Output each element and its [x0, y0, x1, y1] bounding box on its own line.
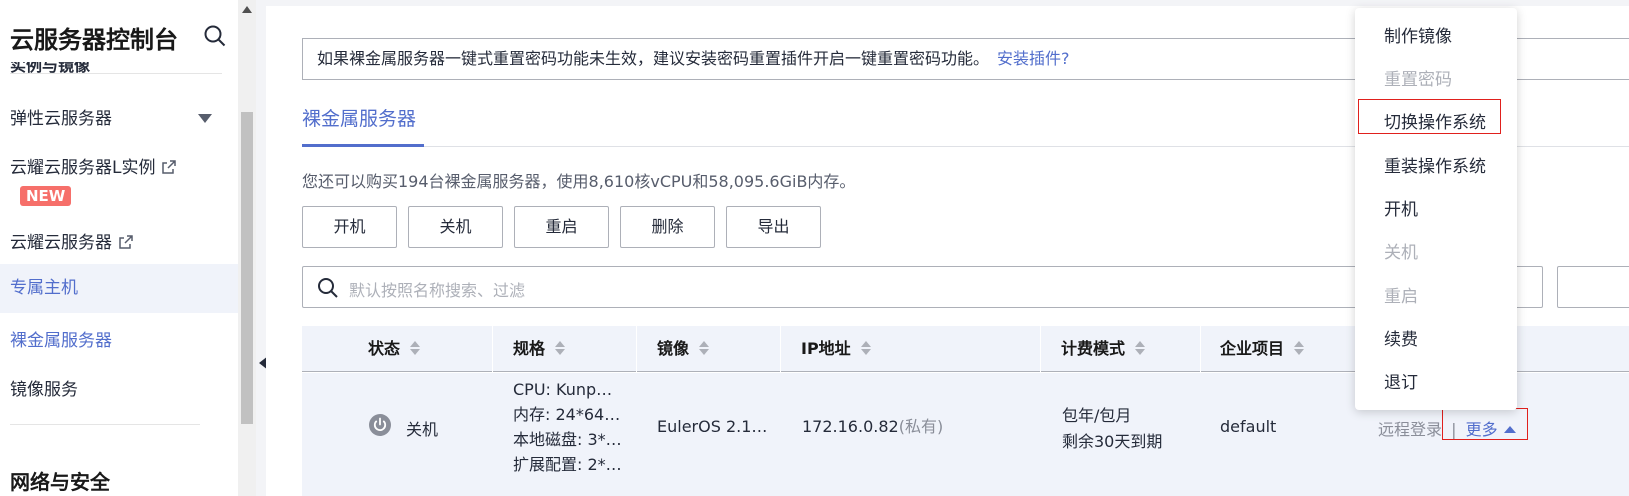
- export-button[interactable]: 导出: [726, 206, 821, 248]
- header-separator: [636, 326, 637, 372]
- billing-mode: 包年/包月: [1062, 406, 1132, 425]
- search-icon[interactable]: [203, 24, 227, 48]
- sidebar-item-flexus-l[interactable]: 云耀云服务器L实例: [0, 153, 238, 178]
- restart-button[interactable]: 重启: [514, 206, 609, 248]
- external-link-icon: [162, 160, 177, 174]
- remote-login-link[interactable]: 远程登录: [1378, 420, 1442, 439]
- stop-button[interactable]: 关机: [408, 206, 503, 248]
- new-badge: NEW: [20, 186, 72, 206]
- header-status[interactable]: 状态: [368, 326, 421, 372]
- header-separator: [780, 326, 781, 372]
- search-icon: [318, 278, 338, 298]
- billing-cell: 包年/包月 剩余30天到期: [1062, 403, 1162, 455]
- sort-icon[interactable]: [699, 340, 710, 355]
- header-separator: [492, 326, 493, 372]
- menu-item-restart: 重启: [1384, 287, 1418, 307]
- spec-memory: 内存: 24*64…: [513, 405, 621, 424]
- sidebar-item-label: 云耀云服务器L实例: [10, 158, 156, 178]
- spec-cell: CPU: Kunp… 内存: 24*64… 本地磁盘: 3*… 扩展配置: 2*…: [513, 377, 622, 477]
- sidebar-item-label: 镜像服务: [10, 380, 78, 400]
- power-off-icon: [369, 414, 391, 436]
- sort-icon[interactable]: [1294, 340, 1305, 355]
- sidebar-section-cut: 实例与镜像: [10, 62, 91, 75]
- spec-extension: 扩展配置: 2*…: [513, 455, 622, 474]
- header-ip[interactable]: IP地址: [801, 326, 871, 372]
- header-image[interactable]: 镜像: [657, 326, 710, 372]
- sidebar-item-ims[interactable]: 镜像服务: [0, 375, 238, 400]
- sidebar-title: 云服务器控制台: [10, 26, 178, 54]
- more-dropdown-menu: 制作镜像 重置密码 切换操作系统 重装操作系统 开机 关机 重启 续费 退订: [1355, 8, 1517, 410]
- menu-item-unsubscribe[interactable]: 退订: [1384, 368, 1418, 393]
- chevron-down-icon[interactable]: [198, 114, 212, 123]
- scrollbar-thumb[interactable]: [241, 112, 253, 424]
- header-billing[interactable]: 计费模式: [1061, 326, 1146, 372]
- image-cell: EulerOS 2.1…: [657, 417, 768, 436]
- spec-cpu: CPU: Kunp…: [513, 380, 613, 399]
- menu-item-reinstall-os[interactable]: 重装操作系统: [1384, 152, 1486, 177]
- spec-local-disk: 本地磁盘: 3*…: [513, 430, 622, 449]
- sort-icon[interactable]: [1135, 340, 1146, 355]
- header-separator: [1200, 326, 1201, 372]
- sort-icon[interactable]: [555, 340, 566, 355]
- billing-expiry: 剩余30天到期: [1062, 432, 1163, 451]
- scroll-up-arrow-icon[interactable]: [242, 6, 252, 13]
- sidebar-item-label: 云耀云服务器: [10, 233, 112, 253]
- delete-button[interactable]: 删除: [620, 206, 715, 248]
- change-os-highlight-box: [1358, 99, 1501, 134]
- sidebar-item-label: 专属主机: [10, 278, 78, 298]
- ip-address: 172.16.0.82: [802, 417, 899, 436]
- header-spec[interactable]: 规格: [513, 326, 566, 372]
- top-strip: [266, 0, 1629, 6]
- menu-item-reset-password: 重置密码: [1384, 70, 1452, 90]
- project-cell: default: [1220, 417, 1277, 436]
- filter-box[interactable]: [1557, 266, 1629, 308]
- ip-cell: 172.16.0.82(私有): [802, 413, 943, 437]
- menu-item-stop: 关机: [1384, 243, 1418, 263]
- sort-icon[interactable]: [860, 340, 871, 355]
- menu-item-renew[interactable]: 续费: [1384, 325, 1418, 350]
- sidebar-splitter: [256, 0, 266, 496]
- sidebar-item-label: 裸金属服务器: [10, 331, 112, 351]
- sidebar-divider: [10, 424, 200, 425]
- ip-type: (私有): [898, 417, 944, 436]
- sidebar-item-dedicated-host[interactable]: 专属主机: [0, 264, 238, 313]
- sidebar-item-label: 弹性云服务器: [10, 109, 112, 129]
- menu-item-start[interactable]: 开机: [1384, 195, 1418, 220]
- sidebar-scrollbar[interactable]: [238, 0, 256, 496]
- sidebar-group-title: 网络与安全: [10, 470, 110, 494]
- sidebar-item-flexus[interactable]: 云耀云服务器: [0, 228, 238, 253]
- search-placeholder: 默认按照名称搜索、过滤: [349, 281, 526, 300]
- menu-item-create-image[interactable]: 制作镜像: [1384, 22, 1452, 47]
- console-root: 云服务器控制台 实例与镜像 弹性云服务器 云耀云服务器L实例 NEW 云耀云服务…: [0, 0, 1629, 496]
- sidebar-item-bms[interactable]: 裸金属服务器: [0, 326, 238, 351]
- header-project[interactable]: 企业项目: [1220, 326, 1305, 372]
- start-button[interactable]: 开机: [302, 206, 397, 248]
- status-text: 关机: [406, 420, 439, 439]
- quota-text: 您还可以购买194台裸金属服务器，使用8,610核vCPU和58,095.6Gi…: [302, 172, 856, 191]
- notice-text: 如果裸金属服务器一键式重置密码功能未生效，建议安装密码重置插件开启一键重置密码功…: [317, 49, 990, 68]
- more-highlight-box: [1442, 408, 1528, 440]
- header-separator: [1040, 326, 1041, 372]
- tab-bms[interactable]: 裸金属服务器: [302, 104, 416, 131]
- sort-icon[interactable]: [410, 340, 421, 355]
- tab-active-indicator: [302, 144, 424, 147]
- install-plugin-link[interactable]: 安装插件?: [997, 49, 1070, 68]
- sidebar: 云服务器控制台 实例与镜像 弹性云服务器 云耀云服务器L实例 NEW 云耀云服务…: [0, 0, 238, 496]
- external-link-icon: [119, 235, 133, 249]
